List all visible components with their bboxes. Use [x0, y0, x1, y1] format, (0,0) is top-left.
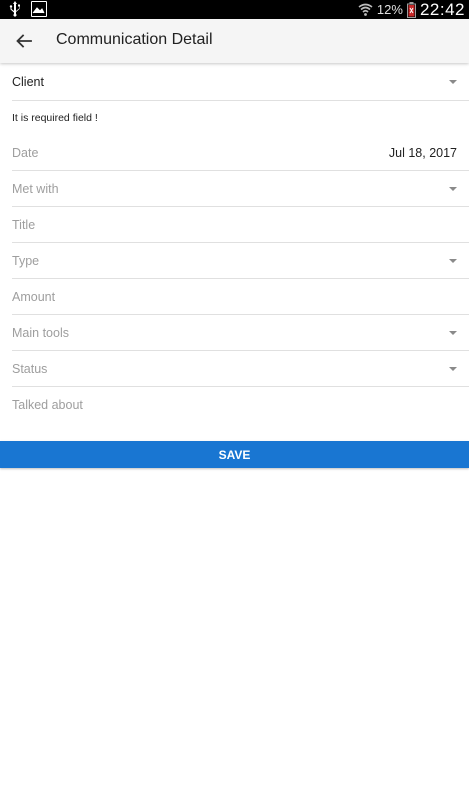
met-with-label: Met with: [12, 182, 59, 196]
save-button[interactable]: SAVE: [0, 441, 469, 468]
date-field[interactable]: Date Jul 18, 2017: [0, 134, 469, 171]
page-title: Communication Detail: [56, 31, 213, 48]
client-dropdown[interactable]: Client: [0, 63, 469, 101]
client-error-message: It is required field !: [12, 112, 98, 124]
status-bar-left: [9, 1, 47, 17]
type-label: Type: [12, 254, 40, 268]
talked-about-field[interactable]: Talked about: [0, 387, 469, 437]
amount-label: Amount: [12, 290, 56, 304]
type-dropdown[interactable]: Type: [0, 243, 469, 279]
clock-time: 22:42: [419, 0, 465, 19]
chevron-down-icon: [449, 367, 457, 371]
talked-about-label: Talked about: [12, 398, 83, 412]
met-with-dropdown[interactable]: Met with: [0, 171, 469, 207]
back-button[interactable]: [13, 31, 35, 51]
chevron-down-icon: [449, 331, 457, 335]
main-tools-dropdown[interactable]: Main tools: [0, 315, 469, 351]
title-label: Title: [12, 218, 36, 232]
amount-field[interactable]: Amount: [0, 279, 469, 315]
app-bar: Communication Detail: [0, 19, 469, 63]
status-bar: 12% 22:42: [0, 0, 469, 19]
chevron-down-icon: [449, 259, 457, 263]
main-tools-label: Main tools: [12, 326, 69, 340]
status-bar-right: 12% 22:42: [358, 0, 465, 19]
battery-icon: [406, 1, 416, 18]
date-label: Date: [12, 146, 39, 160]
photo-icon: [31, 1, 47, 17]
chevron-down-icon: [449, 80, 457, 84]
date-value: Jul 18, 2017: [388, 146, 457, 160]
wifi-icon: [358, 3, 373, 16]
chevron-down-icon: [449, 187, 457, 191]
client-error-row: It is required field !: [0, 101, 469, 134]
title-field[interactable]: Title: [0, 207, 469, 243]
arrow-left-icon: [16, 34, 32, 48]
battery-percent: 12%: [376, 2, 403, 17]
status-dropdown[interactable]: Status: [0, 351, 469, 387]
usb-icon: [9, 1, 20, 17]
status-label: Status: [12, 362, 48, 376]
client-label: Client: [12, 75, 44, 89]
